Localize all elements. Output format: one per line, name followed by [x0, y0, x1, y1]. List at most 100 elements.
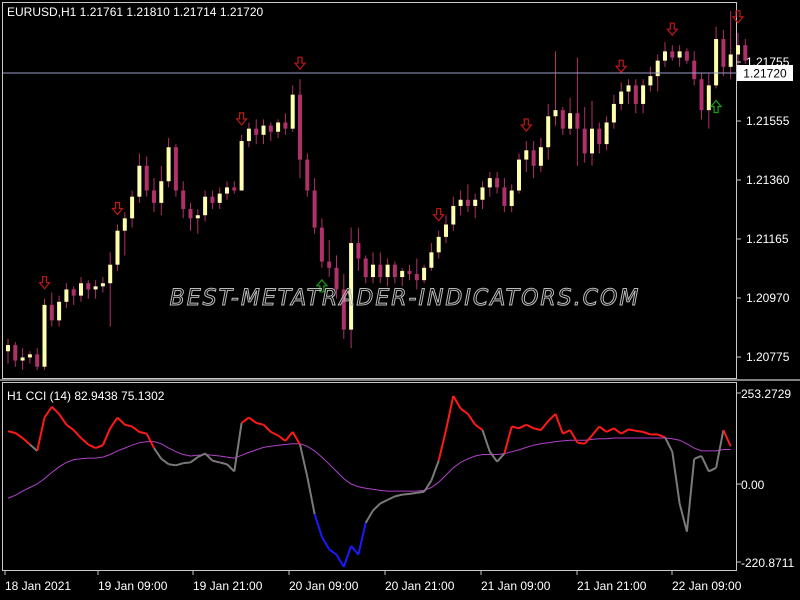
- candle-body: [736, 45, 740, 55]
- candle-body: [283, 122, 288, 129]
- candle-body: [619, 91, 624, 104]
- cci-line-segment: [722, 429, 732, 447]
- candle-body: [232, 187, 237, 191]
- candle-body: [568, 113, 573, 129]
- cci-line-segment: [7, 430, 16, 434]
- candle-body: [728, 54, 733, 67]
- candle-body: [495, 178, 500, 188]
- time-tick-label: 20 Jan 21:00: [385, 579, 455, 593]
- cci-line-segment: [379, 498, 389, 505]
- candle-body: [6, 345, 10, 352]
- cci-line-segment: [715, 429, 725, 469]
- candle-body: [597, 128, 602, 145]
- cci-line-segment: [350, 545, 360, 556]
- cci-line-segment: [241, 416, 250, 424]
- candle-body: [319, 227, 324, 262]
- cci-line-segment: [43, 406, 53, 419]
- cci-line-segment: [248, 416, 257, 424]
- candle-body: [159, 181, 164, 203]
- cci-line-segment: [700, 455, 710, 472]
- cci-line-segment: [416, 490, 425, 494]
- cci-line-segment: [657, 433, 666, 439]
- cci-line-segment: [109, 416, 119, 429]
- cci-line-segment: [685, 458, 696, 532]
- candle-body: [670, 51, 675, 58]
- candle-body: [79, 283, 83, 296]
- candle-body: [538, 147, 543, 166]
- price-tick-label: 1.20775: [746, 350, 790, 364]
- cci-line-segment: [474, 423, 484, 431]
- cci-line-segment: [101, 427, 112, 446]
- time-tick-label: 22 Jan 09:00: [672, 579, 742, 593]
- cci-tick-label: 0.00: [741, 478, 765, 492]
- candle-body: [13, 345, 18, 361]
- cci-line-segment: [364, 509, 374, 524]
- cci-line-segment: [628, 428, 636, 432]
- cci-line-segment: [72, 429, 82, 439]
- candle-body: [268, 125, 273, 132]
- cci-line-segment: [467, 413, 477, 426]
- cci-line-segment: [160, 458, 170, 466]
- candle-body: [604, 122, 609, 145]
- cci-line-segment: [598, 425, 608, 433]
- cci-line-segment: [562, 429, 571, 435]
- cci-line-segment: [306, 476, 316, 515]
- cci-line-segment: [664, 436, 674, 453]
- price-tick-label: 1.21360: [746, 173, 790, 187]
- candle-body: [122, 218, 127, 231]
- watermark-text: BEST-METATRADER-INDICATORS.COM: [170, 286, 641, 311]
- cci-line-segment: [372, 502, 381, 512]
- cci-line-segment: [313, 513, 323, 538]
- candle-body: [166, 147, 171, 182]
- cci-line-segment: [460, 407, 469, 415]
- candle-body: [356, 243, 361, 259]
- cci-line-segment: [387, 495, 396, 501]
- candle-body: [93, 286, 98, 290]
- cci-line-segment: [394, 493, 403, 498]
- candle-body: [312, 190, 317, 228]
- time-tick-label: 21 Jan 09:00: [481, 579, 551, 593]
- cci-line-segment: [569, 429, 579, 444]
- cci-line-segment: [445, 395, 455, 431]
- chart-canvas[interactable]: 1.21720 1.21755 1.21555 1.21360 1.21165 …: [0, 0, 800, 600]
- candle-body: [400, 270, 405, 278]
- cci-line-segment: [95, 444, 104, 450]
- candle-body: [49, 304, 54, 321]
- candle-body: [663, 51, 667, 61]
- candle-body: [217, 193, 222, 203]
- cci-line-segment: [80, 437, 89, 446]
- candle-body: [641, 85, 646, 104]
- price-tick-label: 1.21555: [746, 114, 790, 128]
- cci-line-segment: [183, 461, 191, 465]
- cci-line-segment: [175, 462, 184, 467]
- cci-line-segment: [511, 425, 520, 430]
- cci-line-segment: [58, 413, 68, 426]
- cci-line-segment: [212, 459, 220, 464]
- candle-body: [714, 39, 719, 86]
- cci-line-segment: [481, 429, 491, 452]
- cci-line-segment: [116, 416, 126, 426]
- candle-body: [473, 199, 478, 206]
- signal-arrows-layer: [38, 10, 745, 293]
- candles-layer: [6, 11, 748, 370]
- cci-line-segment: [642, 430, 651, 436]
- candle-body: [531, 150, 536, 166]
- cci-line-segment: [402, 492, 410, 496]
- cci-line-segment: [437, 429, 447, 461]
- cci-header: H1 CCI (14) 82.9438 75.1302: [7, 389, 165, 403]
- candle-body: [487, 178, 492, 188]
- candle-body: [261, 125, 266, 135]
- candle-body: [465, 199, 470, 206]
- candle-body: [502, 187, 507, 206]
- cci-line-segment: [591, 425, 601, 437]
- cci-line-segment: [153, 447, 163, 460]
- cci-line-segment: [635, 429, 644, 433]
- candle-body: [590, 128, 594, 154]
- cci-line-segment: [547, 413, 557, 422]
- candle-body: [254, 128, 259, 135]
- candle-body: [633, 85, 638, 104]
- candle-body: [378, 264, 383, 278]
- candle-body: [35, 354, 40, 367]
- candle-body: [276, 122, 281, 132]
- cci-line-segment: [452, 395, 462, 410]
